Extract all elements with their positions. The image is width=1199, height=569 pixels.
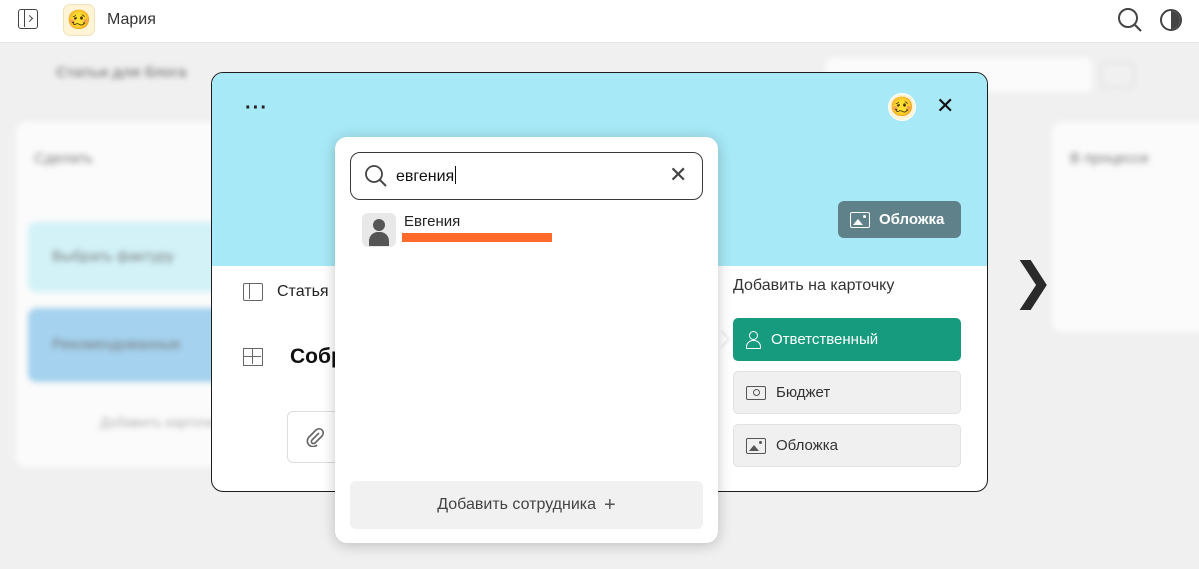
cover-side-button[interactable]: Обложка xyxy=(733,424,961,467)
assignee-search-field[interactable]: евгения ✕ xyxy=(350,152,703,200)
redaction-bar xyxy=(402,233,552,242)
add-employee-label: Добавить сотрудника xyxy=(437,496,597,513)
employee-info: Евгения евгения@почта.com xyxy=(402,213,552,247)
change-cover-button[interactable]: Обложка xyxy=(838,201,961,238)
next-card-arrow-icon[interactable]: ❯ xyxy=(1012,256,1054,306)
image-icon xyxy=(850,211,870,228)
employee-name: Евгения xyxy=(404,213,461,230)
card-title-row: Собр xyxy=(243,345,344,369)
column-todo-title: Сделать xyxy=(34,150,93,167)
cover-side-button-label: Обложка xyxy=(776,437,838,454)
budget-button-label: Бюджет xyxy=(776,384,831,401)
status-label: Статья xyxy=(277,283,329,300)
board-card: Выбрать фактуру xyxy=(28,222,228,292)
board-card-text: Выбрать фактуру xyxy=(52,248,175,265)
employee-email: евгения@почта.com xyxy=(402,230,552,247)
assignee-button[interactable]: Ответственный xyxy=(733,318,961,361)
theme-toggle-icon[interactable] xyxy=(1160,9,1182,31)
assignee-popup: евгения ✕ Евгения евгения@почта.com Доба… xyxy=(335,137,718,543)
more-options-icon[interactable]: ··· xyxy=(245,98,268,118)
board-card-text: Рекомендованные xyxy=(52,336,181,353)
card-title-icon xyxy=(243,348,263,366)
money-icon xyxy=(746,385,766,400)
clear-search-icon[interactable]: ✕ xyxy=(669,164,687,186)
avatar-emoji: 🥴 xyxy=(67,9,91,31)
user-name[interactable]: Мария xyxy=(107,11,156,29)
close-icon[interactable]: ✕ xyxy=(936,95,954,117)
column-review: В процессе xyxy=(1052,122,1199,332)
board-card: Рекомендованные xyxy=(28,308,228,382)
search-icon[interactable] xyxy=(1117,7,1143,33)
board-title: Статьи для блога xyxy=(56,64,187,81)
column-review-title: В процессе xyxy=(1070,150,1150,167)
employee-result-item[interactable]: Евгения евгения@почта.com xyxy=(362,213,552,247)
sidebar-toggle-icon[interactable] xyxy=(18,9,38,29)
assignee-button-label: Ответственный xyxy=(771,331,879,348)
budget-button[interactable]: Бюджет xyxy=(733,371,961,414)
search-icon xyxy=(365,165,387,187)
person-icon xyxy=(745,331,761,349)
add-card-link: Добавить карточку xyxy=(100,414,222,430)
avatar-emoji: 🥴 xyxy=(890,96,914,118)
user-avatar[interactable]: 🥴 xyxy=(63,4,95,36)
plus-icon: + xyxy=(604,494,616,516)
cover-button-label: Обложка xyxy=(879,211,945,228)
text-caret xyxy=(455,166,457,184)
filter-icon xyxy=(1100,62,1134,88)
assignee-search-input[interactable]: евгения xyxy=(396,166,457,186)
search-value: евгения xyxy=(396,168,455,185)
paperclip-icon xyxy=(306,427,325,447)
card-member-avatar[interactable]: 🥴 xyxy=(888,93,916,121)
add-to-card-title: Добавить на карточку xyxy=(733,277,895,294)
top-bar: 🥴 Мария xyxy=(0,0,1199,43)
board-icon xyxy=(243,283,263,301)
card-status-row[interactable]: Статья xyxy=(243,283,329,301)
image-icon xyxy=(746,437,766,454)
default-avatar-icon xyxy=(362,213,396,247)
add-employee-button[interactable]: Добавить сотрудника + xyxy=(350,481,703,529)
